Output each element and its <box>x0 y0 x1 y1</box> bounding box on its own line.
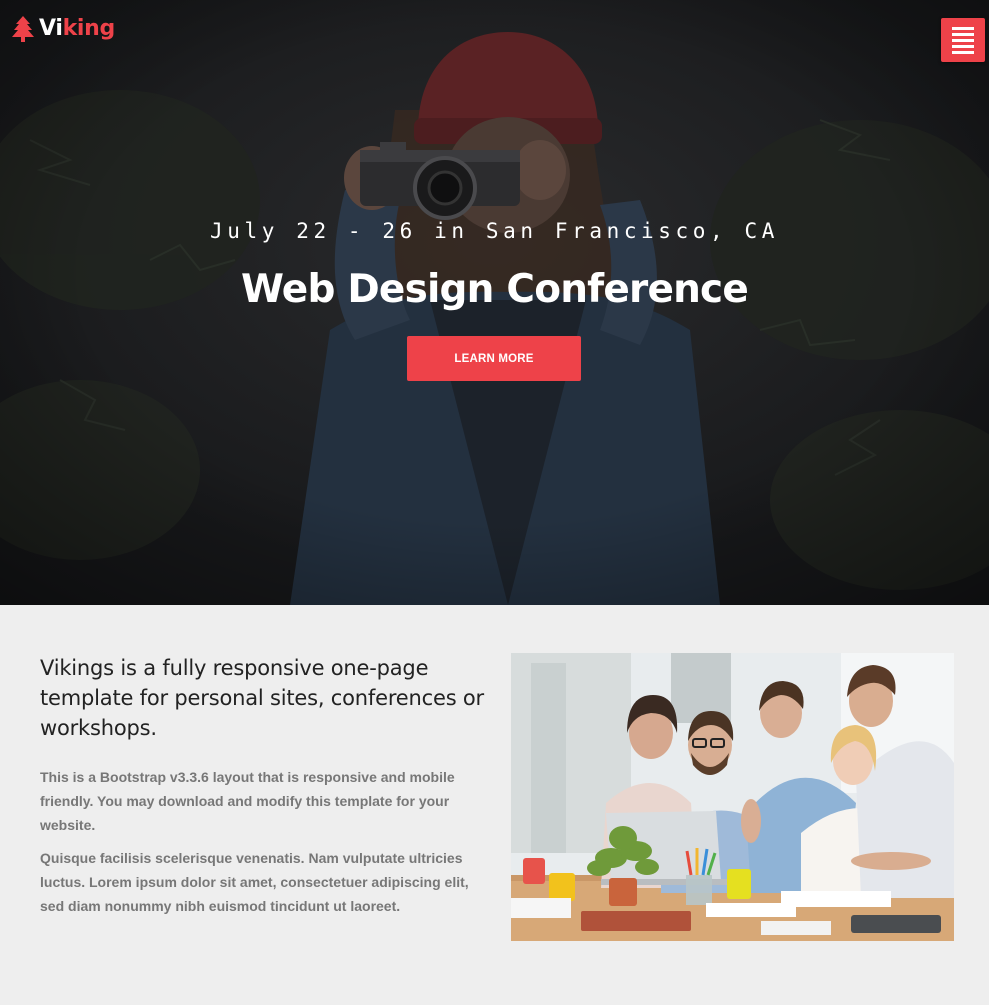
menu-button[interactable] <box>941 18 985 62</box>
hamburger-menu-icon <box>952 26 974 30</box>
about-section: Vikings is a fully responsive one-page t… <box>0 605 989 1005</box>
learn-more-button[interactable]: LEARN MORE <box>407 336 581 381</box>
pine-tree-icon <box>12 16 34 42</box>
logo-text-part1: Vi <box>39 16 63 41</box>
about-heading: Vikings is a fully responsive one-page t… <box>40 656 484 740</box>
about-paragraph-1: This is a Bootstrap v3.3.6 layout that i… <box>40 769 455 833</box>
logo[interactable]: Viking <box>12 14 115 44</box>
logo-text: Viking <box>39 14 115 44</box>
team-meeting-photo <box>511 653 954 941</box>
hero-section: Viking July 22 - 26 in San Francisco, CA… <box>0 0 989 605</box>
logo-text-part2: king <box>62 16 116 41</box>
hero-date-location: July 22 - 26 in San Francisco, CA <box>209 219 780 243</box>
hero-title: Web Design Conference <box>240 267 749 312</box>
about-paragraph-2: Quisque facilisis scelerisque venenatis.… <box>40 850 469 914</box>
